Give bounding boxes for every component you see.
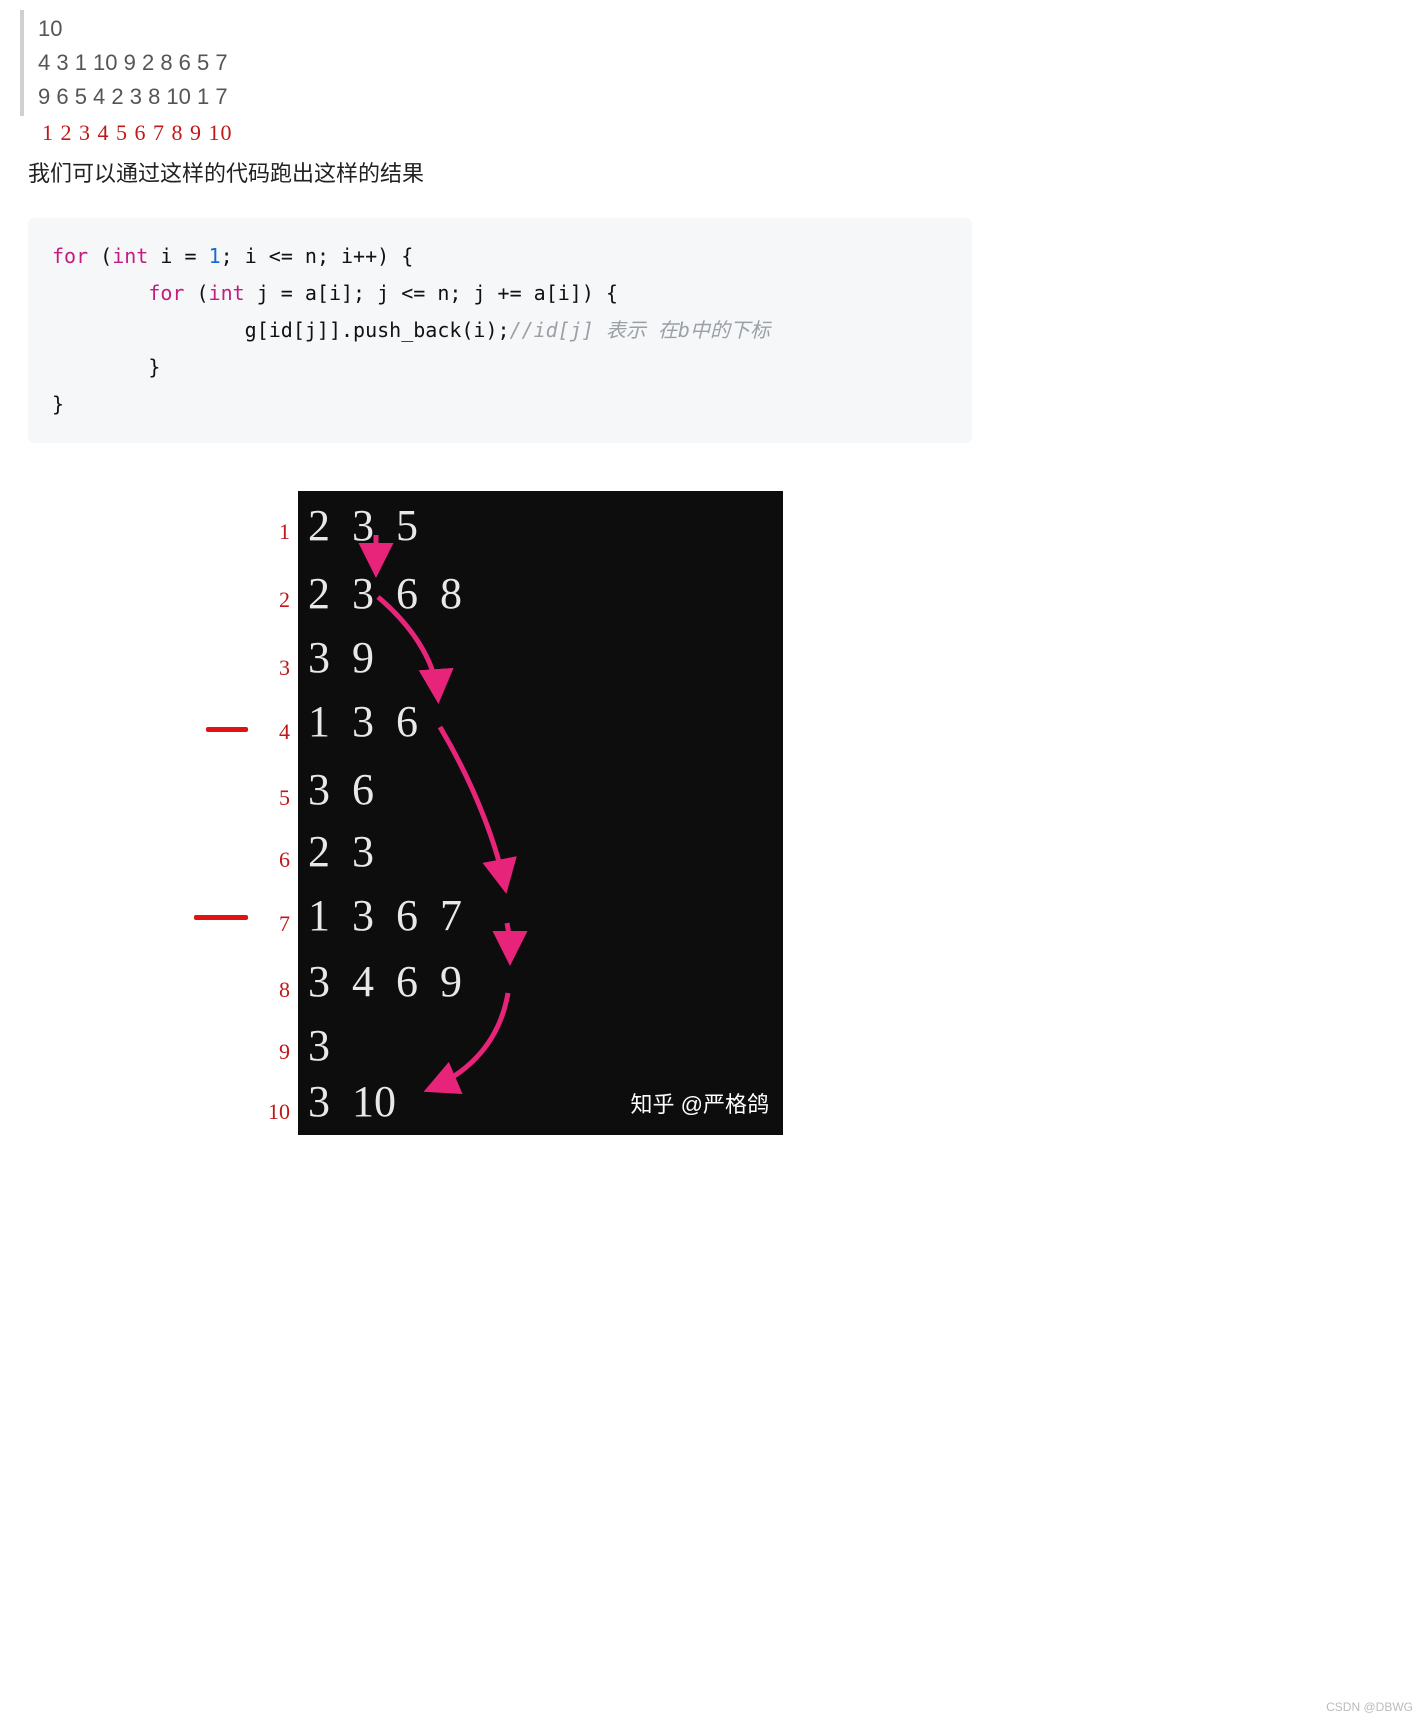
index-line: 1 2 3 4 5 6 7 8 9 10	[20, 116, 980, 146]
row-index-label: 10	[264, 1099, 290, 1125]
term-row: 23	[308, 821, 374, 881]
mark-row-4	[206, 727, 248, 732]
csdn-watermark: CSDN @DBWG	[1326, 1700, 1413, 1714]
term-cell: 3	[352, 826, 374, 877]
row-index-label: 2	[264, 587, 290, 613]
term-cell: 1	[308, 696, 330, 747]
term-cell: 2	[308, 568, 330, 619]
term-row: 136	[308, 691, 418, 751]
term-cell: 5	[396, 500, 418, 551]
term-row: 3469	[308, 951, 462, 1011]
paragraph: 我们可以通过这样的代码跑出这样的结果	[20, 146, 980, 188]
term-cell: 6	[396, 890, 418, 941]
term-cell: 3	[352, 500, 374, 551]
term-cell: 3	[352, 568, 374, 619]
term-row: 3 10	[308, 1071, 396, 1131]
row-index-label: 7	[264, 911, 290, 937]
code-block: for (int i = 1; i <= n; i++) { for (int …	[28, 218, 972, 443]
output-diagram: 知乎 @严格鸽 2352368391363623136734693310 123…	[208, 491, 788, 1141]
term-cell: 9	[440, 956, 462, 1007]
terminal-output: 知乎 @严格鸽 2352368391363623136734693310	[298, 491, 783, 1135]
row-index-label: 4	[264, 719, 290, 745]
term-cell: 4	[352, 956, 374, 1007]
term-cell: 3	[308, 632, 330, 683]
term-cell: 1	[308, 890, 330, 941]
term-row: 3	[308, 1015, 330, 1075]
row-index-label: 1	[264, 519, 290, 545]
term-cell: 6	[396, 956, 418, 1007]
term-row: 235	[308, 495, 418, 555]
term-cell: 3	[308, 956, 330, 1007]
input-count: 10	[38, 12, 966, 46]
input-array-b: 9 6 5 4 2 3 8 10 1 7	[38, 80, 966, 114]
row-index-label: 5	[264, 785, 290, 811]
row-index-label: 3	[264, 655, 290, 681]
mark-row-7	[194, 915, 248, 920]
term-cell: 3	[352, 696, 374, 747]
row-index-label: 6	[264, 847, 290, 873]
quoted-input: 10 4 3 1 10 9 2 8 6 5 7 9 6 5 4 2 3 8 10…	[20, 10, 980, 116]
term-cell: 3	[308, 1076, 330, 1127]
input-array-a: 4 3 1 10 9 2 8 6 5 7	[38, 46, 966, 80]
term-cell: 8	[440, 568, 462, 619]
zhihu-watermark: 知乎 @严格鸽	[631, 1087, 769, 1119]
term-row: 39	[308, 627, 374, 687]
term-cell: 6	[396, 568, 418, 619]
term-cell: 2	[308, 500, 330, 551]
term-row: 1367	[308, 885, 462, 945]
term-row: 2368	[308, 563, 462, 623]
row-index-label: 8	[264, 977, 290, 1003]
term-cell: 3	[308, 764, 330, 815]
term-cell: 3	[352, 890, 374, 941]
term-cell: 10	[352, 1076, 396, 1127]
term-cell: 3	[308, 1020, 330, 1071]
term-cell: 6	[352, 764, 374, 815]
row-index-label: 9	[264, 1039, 290, 1065]
term-row: 36	[308, 759, 374, 819]
term-cell: 2	[308, 826, 330, 877]
term-cell: 7	[440, 890, 462, 941]
term-cell: 6	[396, 696, 418, 747]
term-cell: 9	[352, 632, 374, 683]
